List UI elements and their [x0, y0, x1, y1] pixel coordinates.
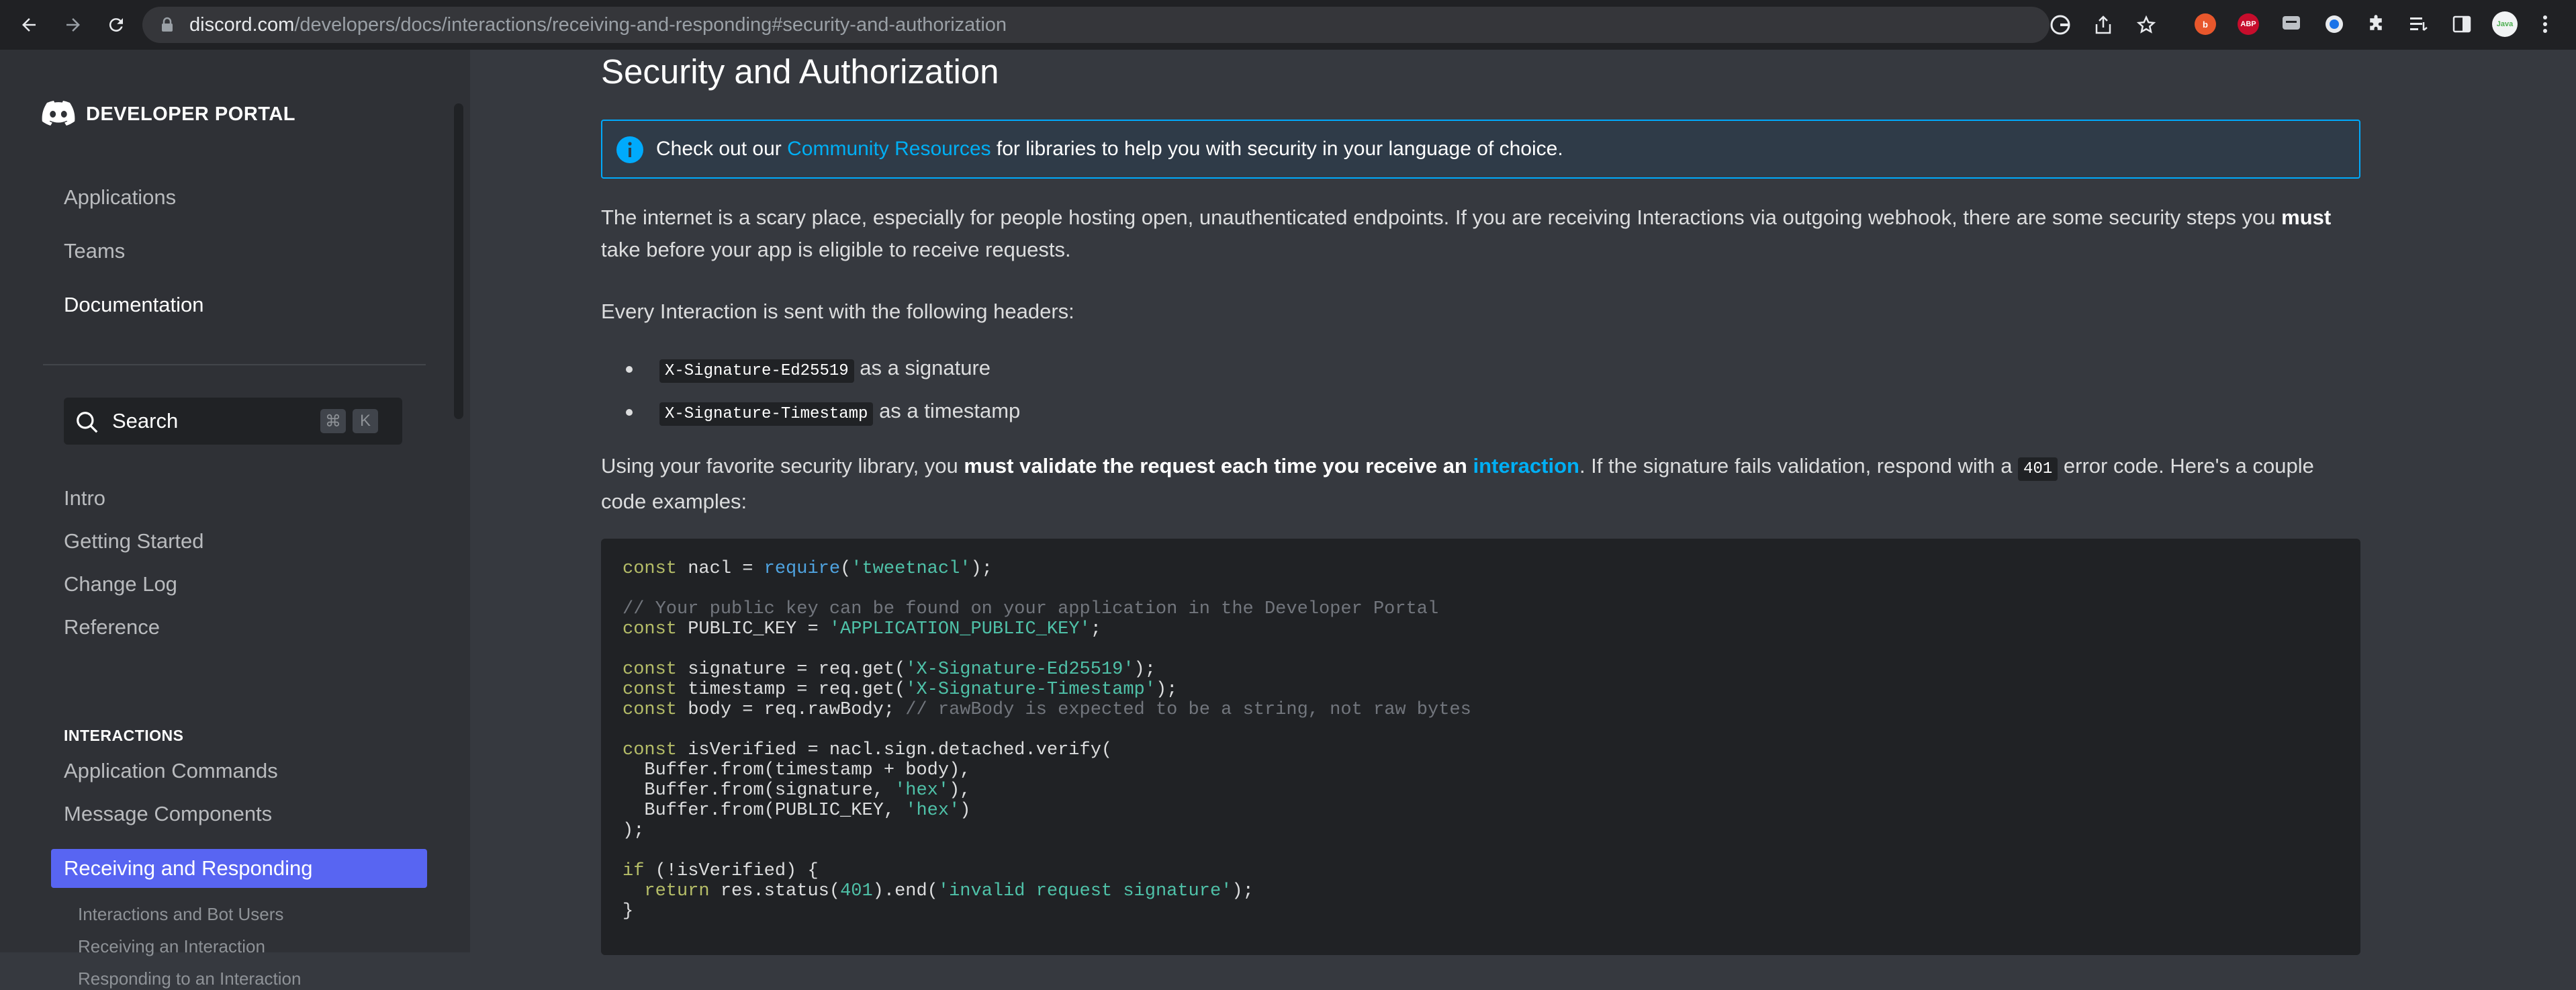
list-item: X-Signature-Ed25519 as a signature [626, 355, 991, 385]
sidebar-item-change-log[interactable]: Change Log [64, 571, 177, 598]
interaction-link[interactable]: interaction [1473, 454, 1579, 478]
sidebar-item-intro[interactable]: Intro [64, 485, 105, 512]
info-callout: Check out our Community Resources for li… [601, 120, 2360, 179]
portal-title[interactable]: DEVELOPER PORTAL [86, 102, 295, 126]
discord-logo-icon[interactable] [42, 101, 75, 130]
info-icon [616, 136, 644, 167]
inline-code: 401 [2018, 457, 2058, 481]
abp-icon[interactable]: ABP [2235, 11, 2262, 38]
inline-code: X-Signature-Timestamp [659, 402, 874, 426]
sidebar-subitem-responding-to-an-interaction[interactable]: Responding to an Interaction [78, 967, 301, 990]
sidebar-divider [43, 364, 426, 365]
share-icon[interactable] [2090, 11, 2117, 38]
code-line: // Your public key can be found on your … [623, 599, 1439, 619]
search-icon [75, 410, 100, 439]
sidebar-section-interactions: INTERACTIONS [64, 727, 184, 744]
extension-icon[interactable]: b [2192, 11, 2219, 38]
sidebar-item-application-commands[interactable]: Application Commands [64, 758, 278, 784]
sidebar-subitem-interactions-and-bot-users[interactable]: Interactions and Bot Users [78, 903, 283, 926]
code-line: const body = req.rawBody; // rawBody is … [623, 700, 1471, 720]
code-line: const timestamp = req.get('X-Signature-T… [623, 680, 1178, 700]
sidebar-item-getting-started[interactable]: Getting Started [64, 528, 204, 555]
docs-content: Security and Authorization Check out our… [470, 50, 2576, 955]
url-text: discord.com/developers/docs/interactions… [189, 14, 1007, 36]
google-icon[interactable] [2047, 11, 2074, 38]
code-line: if (!isVerified) { [623, 861, 819, 881]
back-icon[interactable] [12, 8, 46, 42]
chat-extension-icon[interactable] [2278, 11, 2305, 38]
code-line: const PUBLIC_KEY = 'APPLICATION_PUBLIC_K… [623, 619, 1101, 639]
puzzle-icon[interactable] [2362, 11, 2389, 38]
code-block[interactable]: const nacl = require('tweetnacl'); // Yo… [601, 539, 2360, 955]
profile-avatar[interactable]: Java [2491, 11, 2518, 38]
translate-extension-icon[interactable] [2321, 11, 2348, 38]
community-resources-link[interactable]: Community Resources [787, 138, 991, 160]
lock-icon[interactable] [160, 17, 175, 36]
nav-applications[interactable]: Applications [64, 184, 176, 211]
intro-paragraph: The internet is a scary place, especiall… [601, 206, 2332, 261]
forward-icon[interactable] [56, 8, 90, 42]
code-line: return res.status(401).end('invalid requ… [644, 881, 1254, 901]
page-title: Security and Authorization [601, 52, 999, 91]
sidebar-item-receiving-and-responding[interactable]: Receiving and Responding [51, 849, 427, 888]
headers-paragraph: Every Interaction is sent with the follo… [601, 300, 1074, 323]
docs-sidebar: DEVELOPER PORTAL Applications Teams Docu… [0, 50, 470, 989]
list-item: X-Signature-Timestamp as a timestamp [626, 398, 1020, 428]
address-bar[interactable]: discord.com/developers/docs/interactions… [142, 7, 2156, 43]
sidebar-item-message-components[interactable]: Message Components [64, 801, 272, 827]
validation-paragraph: Using your favorite security library, yo… [601, 454, 2314, 513]
info-text: Check out our Community Resources for li… [656, 138, 1563, 160]
code-line: ); [623, 821, 645, 841]
reload-icon[interactable] [99, 8, 133, 42]
nav-documentation[interactable]: Documentation [64, 291, 204, 318]
code-line: Buffer.from(PUBLIC_KEY, 'hex') [623, 801, 971, 821]
browser-toolbar: discord.com/developers/docs/interactions… [0, 0, 2576, 50]
code-line: Buffer.from(timestamp + body), [623, 760, 971, 780]
search-button[interactable]: Search ⌘ K [64, 398, 402, 445]
shortcut-cmd-key: ⌘ [320, 409, 346, 433]
code-line: } [623, 901, 634, 921]
side-panel-icon[interactable] [2448, 11, 2475, 38]
menu-icon[interactable] [2532, 11, 2559, 38]
star-icon[interactable] [2133, 11, 2160, 38]
code-line: const signature = req.get('X-Signature-E… [623, 660, 1156, 680]
inline-code: X-Signature-Ed25519 [659, 359, 854, 383]
code-line: Buffer.from(signature, 'hex'), [623, 780, 971, 801]
sidebar-item-reference[interactable]: Reference [64, 614, 160, 641]
code-line: const isVerified = nacl.sign.detached.ve… [623, 740, 1113, 760]
nav-teams[interactable]: Teams [64, 238, 125, 265]
shortcut-k-key: K [353, 409, 378, 433]
search-label: Search [112, 409, 179, 433]
sidebar-scrollbar[interactable] [454, 103, 463, 419]
reading-list-icon[interactable] [2405, 11, 2432, 38]
sidebar-subitem-receiving-an-interaction[interactable]: Receiving an Interaction [78, 935, 265, 958]
code-line: const nacl = require('tweetnacl'); [623, 559, 993, 579]
